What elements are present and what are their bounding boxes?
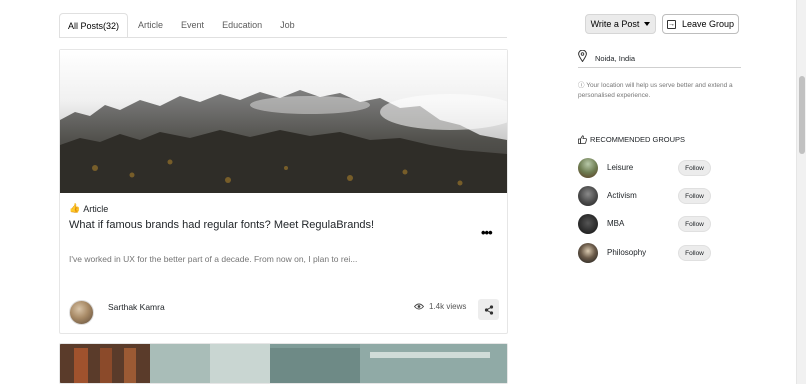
follow-button[interactable]: Follow: [678, 188, 711, 204]
scrollbar-thumb[interactable]: [799, 76, 805, 154]
group-name[interactable]: Activism: [607, 191, 637, 200]
tab-education[interactable]: Education: [222, 13, 262, 37]
post-tabs: All Posts(32) Article Event Education Jo…: [59, 13, 313, 37]
tabs-divider: [59, 37, 507, 38]
post-title[interactable]: What if famous brands had regular fonts?…: [69, 219, 374, 231]
thumbs-up-emoji-icon: 👍: [69, 203, 81, 213]
caret-down-icon: [644, 22, 651, 26]
group-avatar[interactable]: [578, 186, 598, 206]
info-icon: ⓘ: [578, 82, 587, 89]
group-avatar[interactable]: [578, 214, 598, 234]
group-name[interactable]: Philosophy: [607, 248, 646, 257]
location-note-text: Your location will help us serve better …: [578, 82, 733, 99]
tab-article[interactable]: Article: [138, 13, 163, 37]
location-note: ⓘ Your location will help us serve bette…: [578, 81, 743, 100]
follow-button[interactable]: Follow: [678, 160, 711, 176]
author-name[interactable]: Sarthak Kamra: [108, 302, 165, 312]
post-cover-image: [60, 50, 507, 193]
location-input[interactable]: Noida, India: [595, 54, 635, 63]
post-category: 👍 Article: [69, 203, 108, 214]
author-avatar[interactable]: [69, 300, 94, 325]
share-button[interactable]: [478, 299, 499, 320]
tab-all-posts[interactable]: All Posts(32): [59, 13, 129, 37]
post-card-next[interactable]: [59, 343, 508, 384]
tab-job[interactable]: Job: [280, 13, 295, 37]
follow-button[interactable]: Follow: [678, 216, 711, 232]
post-views: 1.4k views: [414, 302, 466, 311]
post-excerpt: I've worked in UX for the better part of…: [69, 254, 358, 264]
group-item-philosophy: Philosophy Follow: [578, 243, 740, 263]
thumbs-up-icon: [578, 135, 587, 144]
recommended-groups-heading: RECOMMENDED GROUPS: [578, 135, 685, 144]
follow-button[interactable]: Follow: [678, 245, 711, 261]
location-pin-icon: [578, 50, 587, 62]
write-post-button[interactable]: Write a Post: [585, 14, 656, 34]
group-avatar[interactable]: [578, 158, 598, 178]
write-post-label: Write a Post: [590, 19, 640, 29]
views-count: 1.4k views: [429, 302, 467, 311]
group-name[interactable]: MBA: [607, 219, 624, 228]
group-avatar[interactable]: [578, 243, 598, 263]
group-name[interactable]: Leisure: [607, 163, 633, 172]
location-input-underline: [578, 67, 741, 68]
group-item-mba: MBA Follow: [578, 214, 740, 234]
eye-icon: [414, 303, 424, 310]
exit-icon: →: [666, 19, 676, 29]
post-cover-image-next: [60, 344, 507, 383]
page-scrollbar[interactable]: [796, 0, 806, 384]
more-options-icon[interactable]: •••: [481, 225, 493, 240]
group-item-activism: Activism Follow: [578, 186, 740, 206]
leave-group-button[interactable]: → Leave Group: [662, 14, 739, 34]
group-item-leisure: Leisure Follow: [578, 158, 740, 178]
share-icon: [484, 304, 493, 315]
post-category-label: Article: [83, 203, 109, 214]
recommended-groups-label: RECOMMENDED GROUPS: [590, 135, 686, 144]
tab-event[interactable]: Event: [181, 13, 204, 37]
leave-group-label: Leave Group: [681, 19, 735, 29]
post-card[interactable]: 👍 Article What if famous brands had regu…: [59, 49, 508, 334]
